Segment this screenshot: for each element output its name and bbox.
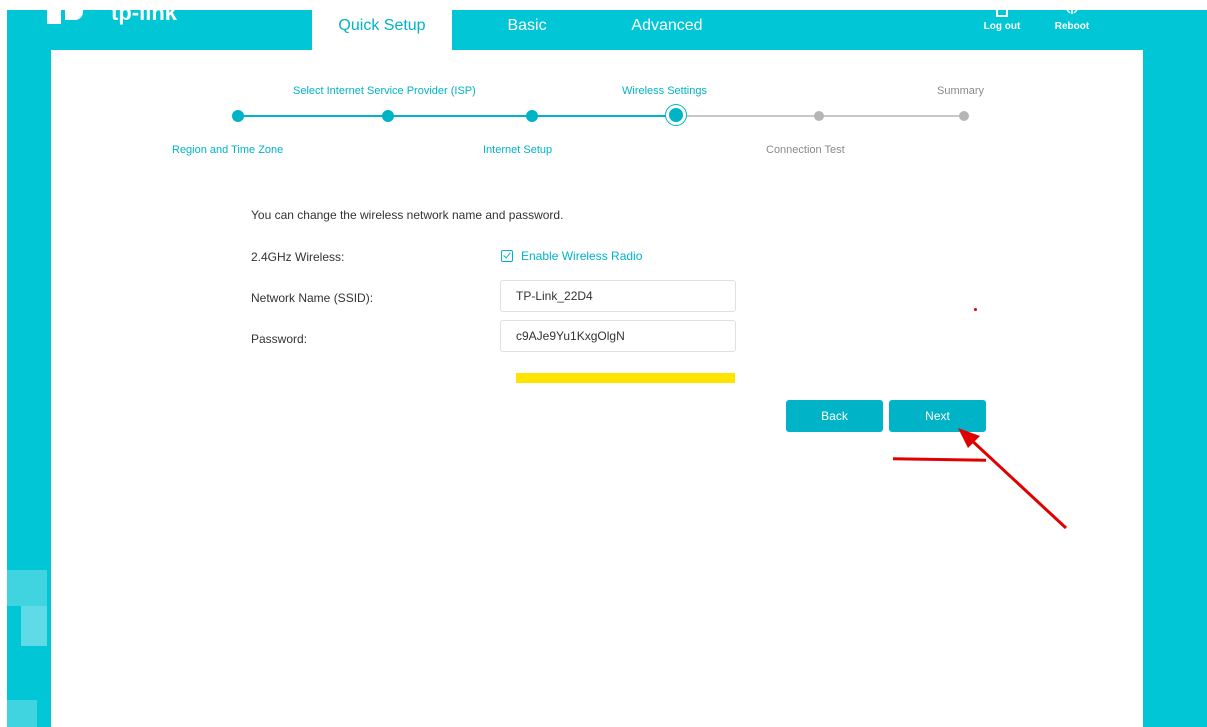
tab-quick-setup[interactable]: Quick Setup <box>312 10 452 50</box>
tp-link-logo-icon <box>47 10 83 24</box>
next-button[interactable]: Next <box>889 400 986 432</box>
wireless-band-label: 2.4GHz Wireless: <box>251 250 345 264</box>
ssid-label: Network Name (SSID): <box>251 291 374 305</box>
decorative-square <box>7 700 37 727</box>
wireless-intro-text: You can change the wireless network name… <box>251 208 564 222</box>
reboot-label: Reboot <box>1054 21 1090 32</box>
logout-icon <box>977 10 1027 20</box>
progress-track-complete <box>236 115 676 117</box>
enable-wireless-radio-checkbox[interactable]: Enable Wireless Radio <box>501 249 642 263</box>
back-button[interactable]: Back <box>786 400 883 432</box>
reboot-icon <box>1047 10 1097 20</box>
step-dot-internet-setup <box>526 110 538 122</box>
logout-label: Log out <box>983 21 1021 32</box>
step-label-summary: Summary <box>937 85 985 97</box>
step-dot-summary <box>959 111 969 121</box>
step-dot-connection-test <box>814 111 824 121</box>
step-label-internet-setup: Internet Setup <box>483 144 553 156</box>
logout-button[interactable]: Log out <box>977 10 1027 32</box>
quick-setup-panel: Region and Time Zone Select Internet Ser… <box>51 50 1143 727</box>
yellow-highlight-mark <box>516 373 735 383</box>
checkbox-checked-icon[interactable] <box>501 250 513 262</box>
step-label-wireless: Wireless Settings <box>622 85 707 97</box>
ssid-input[interactable] <box>500 280 736 312</box>
step-dot-region <box>232 110 244 122</box>
reboot-button[interactable]: Reboot <box>1047 10 1097 32</box>
decorative-square <box>21 606 47 646</box>
tab-advanced[interactable]: Advanced <box>597 10 737 50</box>
step-label-isp: Select Internet Service Provider (ISP) <box>293 85 476 97</box>
step-dot-wireless-current <box>669 108 683 122</box>
enable-wireless-radio-label: Enable Wireless Radio <box>521 249 643 263</box>
decorative-square <box>7 570 47 606</box>
password-label: Password: <box>251 332 308 346</box>
tab-basic[interactable]: Basic <box>477 10 577 50</box>
step-dot-isp <box>382 110 394 122</box>
brand-logo-text: tp-link <box>111 10 177 25</box>
app-frame: tp-link Quick Setup Basic Advanced Log o… <box>7 10 1207 727</box>
password-input[interactable] <box>500 320 736 352</box>
step-label-region: Region and Time Zone <box>172 144 284 156</box>
red-annotation-dot <box>974 308 977 311</box>
step-label-connection-test: Connection Test <box>766 144 845 156</box>
